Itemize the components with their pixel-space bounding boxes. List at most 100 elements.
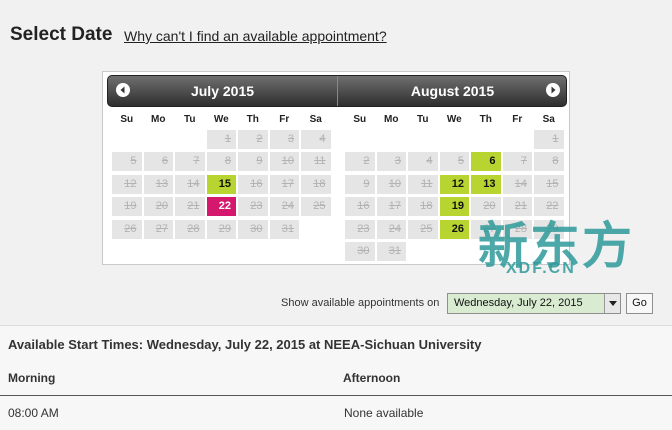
weekday-label: Sa — [309, 114, 322, 125]
day-cell-unavailable: 28 — [175, 219, 205, 239]
day-cell-unavailable: 10 — [269, 152, 299, 172]
day-cell-unavailable: 2 — [345, 152, 375, 172]
available-times-panel: Available Start Times: Wednesday, July 2… — [0, 325, 672, 430]
week-row: 1 — [344, 128, 565, 151]
empty-day-cell — [112, 130, 142, 149]
day-cell-unavailable: 25 — [301, 197, 331, 217]
day-cell-unavailable: 30 — [238, 219, 268, 239]
weekday-label: Mo — [384, 114, 399, 125]
morning-slot[interactable]: 08:00 AM — [8, 406, 59, 420]
empty-day-cell — [301, 220, 331, 239]
month-grid-july: Su Mo Tu We Th Fr Sa 1 2 3 4 5 6 7 8 9 10 11 12 13 14 15 16 17… — [111, 112, 332, 241]
day-cell-available[interactable]: 12 — [439, 174, 469, 194]
morning-header: Morning — [8, 371, 56, 385]
day-cell-unavailable: 2 — [238, 129, 268, 149]
day-cell-selected[interactable]: 22 — [206, 197, 236, 217]
day-cell-unavailable: 18 — [408, 197, 438, 217]
day-cell-unavailable: 16 — [238, 174, 268, 194]
day-cell-unavailable: 31 — [376, 242, 406, 262]
date-picker-label: Show available appointments on — [281, 297, 440, 309]
chevron-right-icon[interactable] — [546, 83, 560, 97]
week-row: 12 13 14 15 16 17 18 — [111, 173, 332, 196]
day-cell-unavailable: 23 — [238, 197, 268, 217]
empty-day-cell — [144, 130, 174, 149]
day-cell-unavailable: 3 — [376, 152, 406, 172]
weekday-header-row: Su Mo Tu We Th Fr Sa — [344, 112, 565, 128]
weekday-header-row: Su Mo Tu We Th Fr Sa — [111, 112, 332, 128]
day-cell-available[interactable]: 15 — [206, 174, 236, 194]
day-cell-unavailable: 12 — [112, 174, 142, 194]
weekday-label: Tu — [184, 114, 196, 125]
week-row: 9 10 11 12 13 14 15 — [344, 173, 565, 196]
day-cell-unavailable: 13 — [143, 174, 173, 194]
day-cell-unavailable: 1 — [206, 129, 236, 149]
week-row: 2345678 — [344, 151, 565, 174]
afternoon-header: Afternoon — [343, 371, 401, 385]
day-cell-unavailable: 25 — [408, 219, 438, 239]
day-cell-unavailable: 6 — [143, 152, 173, 172]
day-cell-unavailable: 9 — [238, 152, 268, 172]
empty-day-cell — [175, 130, 205, 149]
weekday-label: Su — [120, 114, 134, 125]
empty-day-cell — [408, 130, 438, 149]
weekday-label: Th — [246, 114, 259, 125]
day-cell-available[interactable]: 19 — [439, 197, 469, 217]
empty-day-cell — [408, 242, 438, 261]
day-cell-unavailable: 27 — [143, 219, 173, 239]
day-cell-available[interactable]: 26 — [439, 219, 469, 239]
day-cell-unavailable: 21 — [175, 197, 205, 217]
day-cell-available[interactable]: 6 — [471, 152, 501, 172]
month-title-august: August 2015 — [410, 83, 495, 99]
dropdown-arrow-icon[interactable] — [604, 294, 620, 313]
available-times-title: Available Start Times: Wednesday, July 2… — [8, 337, 482, 352]
day-cell-available[interactable]: 13 — [471, 174, 501, 194]
calendar-header: July 2015 August 2015 — [107, 75, 567, 107]
day-cell-unavailable: 8 — [206, 152, 236, 172]
week-row: 19 20 21 22 23 24 25 — [111, 196, 332, 219]
week-row: 1234 — [111, 128, 332, 151]
day-cell-unavailable: 26 — [112, 219, 142, 239]
weekday-label: Th — [479, 114, 492, 125]
date-select[interactable]: Wednesday, July 22, 2015 — [447, 293, 621, 314]
weekday-label: Fr — [279, 114, 290, 125]
divider — [0, 395, 672, 396]
day-cell-unavailable: 31 — [269, 219, 299, 239]
help-link[interactable]: Why can't I find an available appointmen… — [124, 28, 387, 44]
page-title: Select Date — [10, 24, 113, 45]
day-cell-unavailable: 3 — [269, 129, 299, 149]
empty-day-cell — [503, 130, 533, 149]
day-cell-unavailable: 17 — [376, 197, 406, 217]
weekday-label: We — [213, 114, 229, 125]
day-cell-unavailable: 4 — [301, 129, 331, 149]
weekday-label: Su — [353, 114, 367, 125]
day-cell-unavailable: 1 — [534, 129, 564, 149]
go-button[interactable]: Go — [626, 293, 653, 314]
day-cell-unavailable: 10 — [376, 174, 406, 194]
day-cell-unavailable: 18 — [301, 174, 331, 194]
watermark-text-en: XDF.CN — [506, 260, 576, 277]
empty-day-cell — [471, 130, 501, 149]
day-cell-unavailable: 19 — [112, 197, 142, 217]
day-cell-unavailable: 5 — [112, 152, 142, 172]
week-row: 5 6 7 8 9 10 11 — [111, 151, 332, 174]
day-cell-unavailable: 17 — [269, 174, 299, 194]
day-cell-unavailable: 14 — [502, 174, 532, 194]
day-cell-unavailable: 29 — [206, 219, 236, 239]
day-cell-unavailable: 24 — [269, 197, 299, 217]
empty-day-cell — [377, 130, 407, 149]
day-cell-unavailable: 14 — [175, 174, 205, 194]
day-cell-unavailable: 11 — [301, 152, 331, 172]
day-cell-unavailable: 24 — [376, 219, 406, 239]
afternoon-slot: None available — [344, 406, 424, 420]
weekday-label: Mo — [151, 114, 166, 125]
day-cell-unavailable: 15 — [534, 174, 564, 194]
empty-day-cell — [440, 242, 470, 261]
day-cell-unavailable: 7 — [175, 152, 205, 172]
day-cell-unavailable: 20 — [143, 197, 173, 217]
weekday-label: Tu — [417, 114, 429, 125]
empty-day-cell — [345, 130, 375, 149]
day-cell-unavailable: 7 — [502, 152, 532, 172]
day-cell-unavailable: 16 — [345, 197, 375, 217]
watermark-logo: 新东方 XDF.CN — [478, 206, 658, 288]
day-cell-unavailable: 30 — [345, 242, 375, 262]
